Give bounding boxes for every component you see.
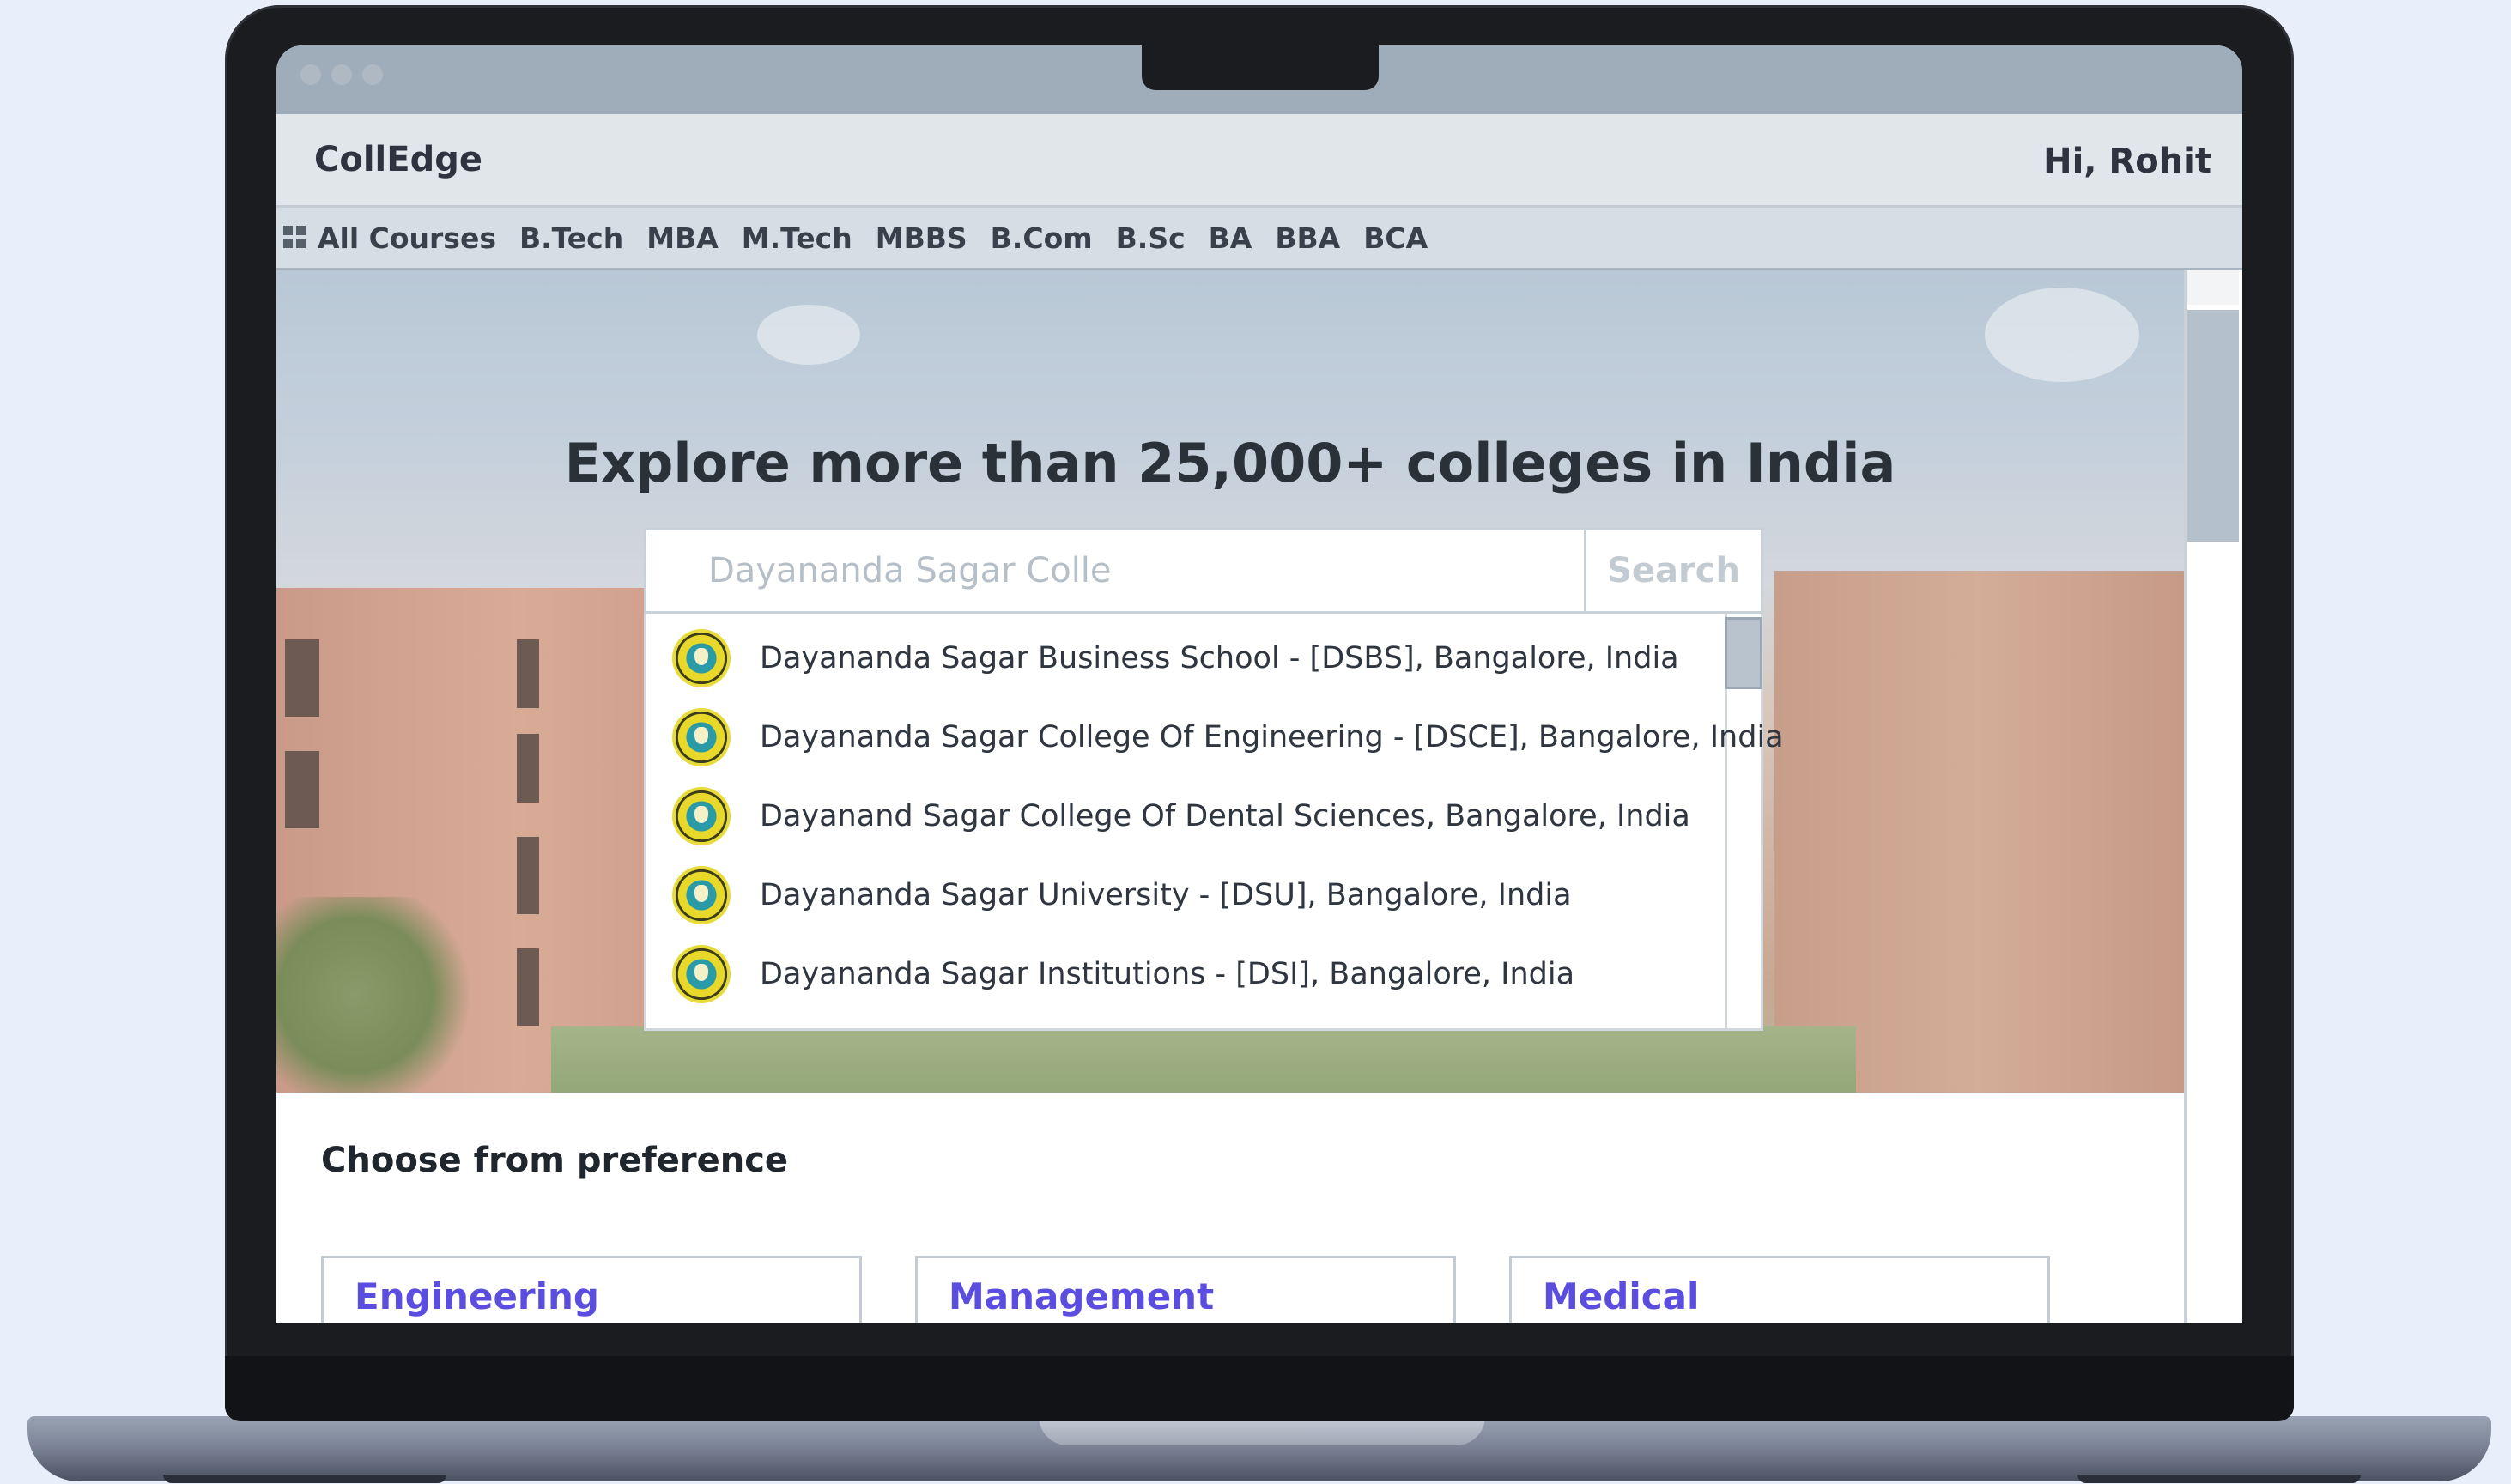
search-box <box>644 528 1587 614</box>
course-link-bca[interactable]: BCA <box>1363 221 1428 255</box>
lawn <box>551 1026 1856 1093</box>
college-logo-icon <box>672 629 731 687</box>
laptop-chin <box>225 1356 2294 1421</box>
hero-banner: Explore more than 25,000+ colleges in In… <box>276 270 2184 1093</box>
tree <box>276 897 474 1093</box>
course-link-mbbs[interactable]: MBBS <box>876 221 967 255</box>
college-logo-icon <box>672 787 731 845</box>
course-link-b-com[interactable]: B.Com <box>991 221 1093 255</box>
category-card-medical[interactable]: Medical <box>1509 1256 2050 1323</box>
suggestion-item[interactable]: Dayananda Sagar Business School - [DSBS]… <box>646 619 1679 698</box>
suggestion-item[interactable]: Dayananda Sagar Institutions - [DSI], Ba… <box>646 935 1574 1014</box>
cloud-shape <box>757 305 860 365</box>
app-header: CollEdge Hi, Rohit <box>276 114 2242 208</box>
course-link-b-sc[interactable]: B.Sc <box>1116 221 1186 255</box>
building-right <box>1774 571 2184 1093</box>
suggestions-scrollbar[interactable] <box>1725 617 1762 689</box>
course-nav: All Courses B.Tech MBA M.Tech MBBS B.Com B.Sc B… <box>276 208 2242 270</box>
suggestion-label: Dayanand Sagar College Of Dental Science… <box>760 799 1690 833</box>
page-scroll-cap <box>2187 270 2239 305</box>
suggestion-item[interactable]: Dayananda Sagar University - [DSU], Bang… <box>646 856 1572 935</box>
suggestion-label: Dayananda Sagar Institutions - [DSI], Ba… <box>760 957 1575 991</box>
search-input[interactable] <box>646 530 1587 611</box>
category-card-engineering[interactable]: Engineering <box>321 1256 862 1323</box>
brand-logo[interactable]: CollEdge <box>314 140 482 179</box>
suggestion-item[interactable]: Dayananda Sagar College Of Engineering -… <box>646 698 1784 777</box>
college-logo-icon <box>672 945 731 1003</box>
page-scrollbar[interactable] <box>2187 310 2239 542</box>
window-dot-icon[interactable] <box>362 64 383 85</box>
camera-notch <box>1142 45 1379 90</box>
course-list: All Courses B.Tech MBA M.Tech MBBS B.Com B.Sc B… <box>283 208 1451 268</box>
hero-title: Explore more than 25,000+ colleges in In… <box>564 432 1896 494</box>
search-button[interactable]: Search <box>1586 528 1763 614</box>
course-link-mba[interactable]: MBA <box>646 221 719 255</box>
laptop-screen: CollEdge Hi, Rohit All Courses B.Tech MBA M… <box>276 45 2242 1323</box>
window-dot-icon[interactable] <box>331 64 352 85</box>
category-card-management[interactable]: Management <box>915 1256 1456 1323</box>
window-dot-icon[interactable] <box>300 64 321 85</box>
window-titlebar <box>276 45 2242 114</box>
grid-icon <box>283 226 307 250</box>
category-card-title: Engineering <box>355 1275 599 1317</box>
search-suggestions: Dayananda Sagar Business School - [DSBS]… <box>644 614 1784 1031</box>
college-logo-icon <box>672 708 731 766</box>
course-link-ba[interactable]: BA <box>1209 221 1252 255</box>
suggestion-item[interactable]: Dayanand Sagar College Of Dental Science… <box>646 777 1690 856</box>
cloud-shape <box>1985 288 2139 382</box>
course-link-b-tech[interactable]: B.Tech <box>519 221 623 255</box>
suggestion-label: Dayananda Sagar University - [DSU], Bang… <box>760 878 1572 912</box>
laptop-foot-right <box>2077 1475 2361 1483</box>
preference-title: Choose from preference <box>321 1141 789 1180</box>
laptop-foot-left <box>163 1475 446 1483</box>
category-card-title: Medical <box>1543 1275 1700 1317</box>
suggestion-label: Dayananda Sagar Business School - [DSBS]… <box>760 641 1679 675</box>
course-link-bba[interactable]: BBA <box>1275 221 1340 255</box>
category-card-title: Management <box>949 1275 1215 1317</box>
course-link-m-tech[interactable]: M.Tech <box>742 221 852 255</box>
college-logo-icon <box>672 866 731 924</box>
suggestion-label: Dayananda Sagar College Of Engineering -… <box>760 720 1784 754</box>
course-link-all-courses[interactable]: All Courses <box>318 221 496 255</box>
user-greeting[interactable]: Hi, Rohit <box>2043 142 2211 181</box>
